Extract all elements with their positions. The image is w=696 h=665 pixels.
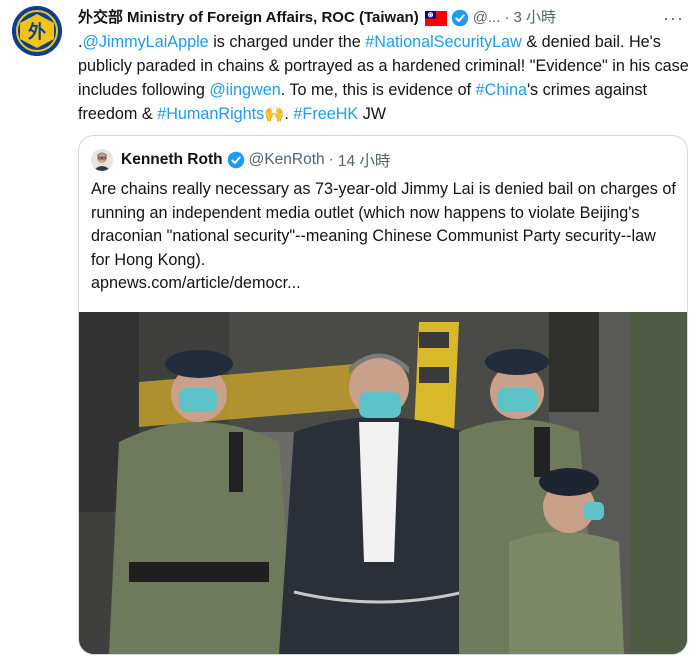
separator-dot: ·: [504, 9, 510, 26]
person-avatar-icon: [91, 149, 113, 171]
taiwan-flag-icon: [424, 10, 447, 26]
article-link[interactable]: apnews.com/article/democr...: [91, 274, 301, 292]
verified-badge-icon: [227, 151, 244, 169]
raised-hands-emoji: 🙌: [264, 105, 285, 123]
hashtag-humanrights[interactable]: #HumanRights: [157, 105, 264, 123]
quoted-tweet-body: Are chains really necessary as 73-year-o…: [91, 180, 676, 269]
tweet-timestamp[interactable]: 3 小時: [513, 7, 556, 29]
quoted-author-handle[interactable]: @KenRoth: [249, 151, 325, 169]
mofa-logo-avatar[interactable]: 外: [12, 6, 62, 56]
news-photo[interactable]: [79, 312, 687, 654]
quoted-tweet-text: Are chains really necessary as 73-year-o…: [91, 178, 679, 296]
hashtag-china[interactable]: #China: [476, 81, 527, 99]
mofa-emblem-icon: 外: [12, 6, 62, 56]
svg-text:外: 外: [28, 21, 46, 43]
author-name[interactable]: Ministry of Foreign Affairs, ROC (Taiwan…: [127, 7, 419, 29]
author-handle[interactable]: @...: [473, 7, 501, 29]
author-cjk-name[interactable]: 外交部: [78, 7, 123, 29]
separator-dot: ·: [328, 151, 334, 168]
quoted-author-name[interactable]: Kenneth Roth: [121, 151, 223, 169]
tweet-text: .@JimmyLaiApple is charged under the #Na…: [78, 30, 690, 126]
text-segment: . To me, this is evidence of: [280, 81, 476, 99]
hashtag-nationalsecuritylaw[interactable]: #NationalSecurityLaw: [365, 33, 522, 51]
tweet-header: 外交部 Ministry of Foreign Affairs, ROC (Ta…: [78, 7, 684, 29]
kenneth-roth-avatar[interactable]: [91, 149, 113, 171]
text-segment: JW: [358, 105, 387, 123]
more-options-icon[interactable]: ···: [663, 7, 684, 29]
mention-jimmylaiapple[interactable]: @JimmyLaiApple: [83, 33, 209, 51]
verified-badge-icon: [451, 9, 468, 27]
mention-iingwen[interactable]: @iingwen: [209, 81, 280, 99]
hashtag-freehk[interactable]: #FreeHK: [293, 105, 358, 123]
quoted-tweet-timestamp[interactable]: 14 小時: [338, 149, 391, 171]
quoted-tweet-header: Kenneth Roth @KenRoth · 14 小時: [91, 148, 390, 172]
text-segment: is charged under the: [208, 33, 366, 51]
quoted-tweet-card[interactable]: Kenneth Roth @KenRoth · 14 小時 Are chains…: [78, 135, 688, 655]
